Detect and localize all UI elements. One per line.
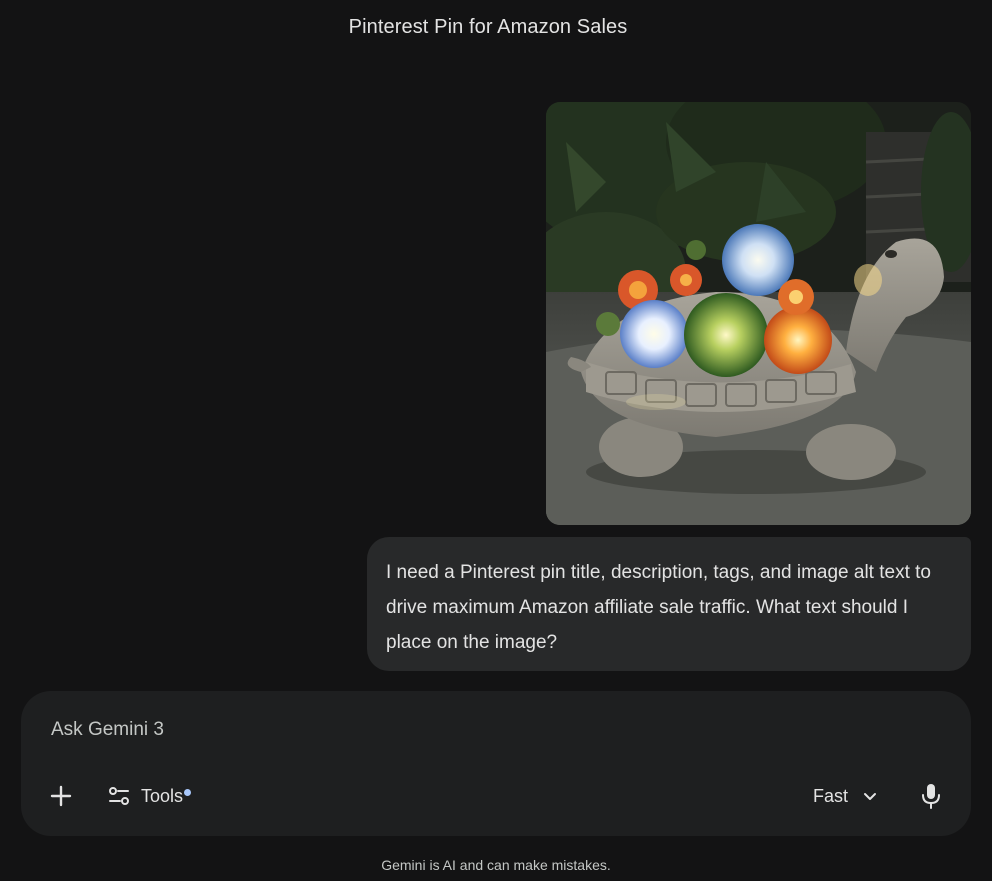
tools-label: Tools [141, 785, 184, 806]
prompt-input[interactable] [51, 719, 911, 741]
new-indicator-dot [184, 788, 192, 796]
model-selector[interactable]: Fast [813, 781, 878, 811]
prompt-composer: Tools Fast [21, 691, 971, 836]
tune-icon [109, 787, 129, 805]
model-label: Fast [813, 785, 849, 806]
image-attachment[interactable] [546, 102, 971, 525]
chevron-down-icon [864, 793, 877, 800]
gemini-chat-window: Pinterest Pin for Amazon Sales I need a … [0, 0, 992, 881]
microphone-icon[interactable] [919, 782, 943, 810]
turtle-garden-statue-photo [546, 102, 971, 525]
ai-disclaimer: Gemini is AI and can make mistakes. [381, 857, 611, 873]
tools-button[interactable]: Tools [107, 781, 192, 811]
user-message-bubble: I need a Pinterest pin title, descriptio… [367, 537, 971, 671]
plus-icon[interactable] [48, 783, 74, 809]
conversation-title: Pinterest Pin for Amazon Sales [348, 16, 628, 38]
